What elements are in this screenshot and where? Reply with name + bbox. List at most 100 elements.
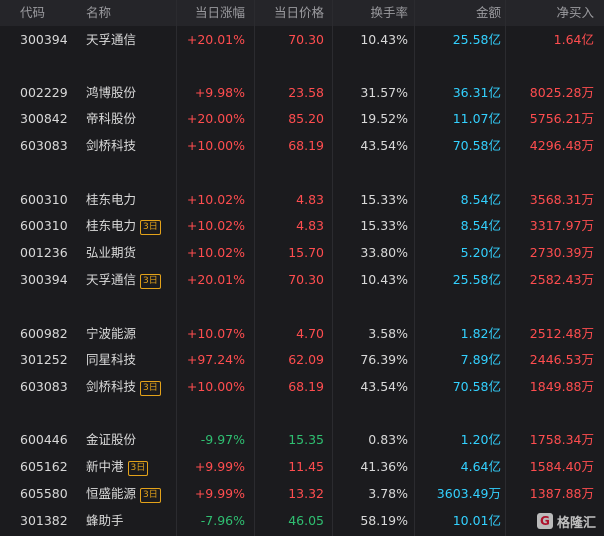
- turnover-rate: 15.33%: [360, 218, 408, 233]
- table-row[interactable]: 001236 弘业期货 +10.02% 15.70 33.80% 5.20亿 2730.39…: [0, 240, 604, 266]
- turnover-rate: 15.33%: [360, 192, 408, 207]
- table-row[interactable]: 603083 剑桥科技 3日 +10.00% 68.19 43.54% 70.58亿 1849…: [0, 374, 604, 400]
- net-buy: 1758.34万: [529, 432, 594, 447]
- change-pct: -7.96%: [200, 513, 245, 528]
- price: 15.35: [288, 432, 324, 447]
- net-buy: 2512.48万: [529, 326, 594, 341]
- price: 85.20: [288, 111, 324, 126]
- stock-name: 恒盛能源: [86, 486, 137, 501]
- stock-name-cell: 弘业期货: [86, 240, 136, 266]
- trade-amount: 5.20亿: [460, 245, 501, 260]
- table-row[interactable]: 605580 恒盛能源 3日 +9.99% 13.32 3.78% 3603.49万 1387…: [0, 481, 604, 507]
- change-pct: +9.98%: [194, 85, 245, 100]
- stock-name: 蜂助手: [86, 513, 124, 528]
- net-buy: 2446.53万: [529, 352, 594, 367]
- stock-table: 代码 名称 当日涨幅 当日价格 换手率 金额 净买入 300394 天孚通信 +20…: [0, 0, 604, 536]
- stock-code: 603083: [20, 138, 68, 153]
- turnover-rate: 3.78%: [368, 486, 408, 501]
- trade-amount: 7.89亿: [460, 352, 501, 367]
- stock-name: 鸿博股份: [86, 85, 137, 100]
- stock-name: 宁波能源: [86, 326, 137, 341]
- header-price[interactable]: 当日价格: [274, 0, 324, 26]
- three-day-badge: 3日: [127, 461, 149, 476]
- net-buy: 3317.97万: [529, 218, 594, 233]
- turnover-rate: 31.57%: [360, 85, 408, 100]
- header-name[interactable]: 名称: [86, 0, 111, 26]
- stock-code: 301252: [20, 352, 68, 367]
- stock-name-cell: 鸿博股份: [86, 80, 136, 106]
- stock-name: 帝科股份: [86, 111, 137, 126]
- three-day-badge: 3日: [140, 381, 161, 396]
- price: 4.70: [296, 326, 324, 341]
- table-row[interactable]: 300394 天孚通信 3日 +20.01% 70.30 10.43% 25.58亿 2582…: [0, 267, 604, 293]
- stock-code: 300842: [20, 111, 68, 126]
- turnover-rate: 33.80%: [360, 245, 408, 260]
- trade-amount: 36.31亿: [452, 85, 501, 100]
- price: 15.70: [288, 245, 324, 260]
- header-code[interactable]: 代码: [20, 0, 45, 26]
- stock-name: 桂东电力: [86, 192, 137, 207]
- stock-code: 605580: [20, 486, 68, 501]
- price: 68.19: [288, 138, 324, 153]
- table-row[interactable]: 301252 同星科技 +97.24% 62.09 76.39% 7.89亿 2446.53…: [0, 347, 604, 373]
- price: 70.30: [288, 32, 324, 47]
- trade-amount: 70.58亿: [452, 379, 501, 394]
- change-pct: +20.01%: [186, 32, 245, 47]
- change-pct: +9.99%: [194, 486, 245, 501]
- change-pct: -9.97%: [200, 432, 245, 447]
- table-row[interactable]: 603083 剑桥科技 +10.00% 68.19 43.54% 70.58亿 4296.4…: [0, 133, 604, 159]
- table-row[interactable]: 600982 宁波能源 +10.07% 4.70 3.58% 1.82亿 2512.48万: [0, 321, 604, 347]
- trade-amount: 4.64亿: [460, 459, 501, 474]
- stock-name-cell: 天孚通信 3日: [86, 267, 161, 293]
- trade-amount: 8.54亿: [460, 218, 501, 233]
- net-buy: 2582.43万: [529, 272, 594, 287]
- header-net-buy[interactable]: 净买入: [556, 0, 594, 26]
- change-pct: +10.00%: [186, 138, 245, 153]
- stock-name-cell: 桂东电力 3日: [86, 213, 161, 239]
- stock-name-cell: 蜂助手: [86, 508, 124, 534]
- turnover-rate: 43.54%: [360, 138, 408, 153]
- stock-name-cell: 宁波能源: [86, 321, 136, 347]
- header-amount[interactable]: 金额: [476, 0, 501, 26]
- header-turnover[interactable]: 换手率: [370, 0, 408, 26]
- stock-name-cell: 剑桥科技: [86, 133, 136, 159]
- stock-code: 600310: [20, 218, 68, 233]
- table-row[interactable]: 605162 新中港 3日 +9.99% 11.45 41.36% 4.64亿 1584.40…: [0, 454, 604, 480]
- table-row[interactable]: 600310 桂东电力 3日 +10.02% 4.83 15.33% 8.54亿 3317.9…: [0, 213, 604, 239]
- stock-name-cell: 天孚通信: [86, 27, 136, 53]
- change-pct: +9.99%: [194, 459, 245, 474]
- stock-name: 天孚通信: [86, 272, 137, 287]
- trade-amount: 10.01亿: [452, 513, 501, 528]
- change-pct: +20.01%: [186, 272, 245, 287]
- stock-name-cell: 金证股份: [86, 427, 136, 453]
- change-pct: +10.02%: [186, 192, 245, 207]
- three-day-badge: 3日: [140, 220, 161, 235]
- net-buy: 4296.48万: [529, 138, 594, 153]
- price: 23.58: [288, 85, 324, 100]
- stock-code: 600310: [20, 192, 68, 207]
- turnover-rate: 58.19%: [360, 513, 408, 528]
- stock-code: 300394: [20, 272, 68, 287]
- table-row[interactable]: 600310 桂东电力 +10.02% 4.83 15.33% 8.54亿 3568.31万: [0, 187, 604, 213]
- stock-name-cell: 剑桥科技 3日: [86, 374, 161, 400]
- header-change[interactable]: 当日涨幅: [195, 0, 245, 26]
- turnover-rate: 41.36%: [360, 459, 408, 474]
- table-row[interactable]: 300394 天孚通信 +20.01% 70.30 10.43% 25.58亿 1.64亿: [0, 27, 604, 53]
- turnover-rate: 19.52%: [360, 111, 408, 126]
- change-pct: +10.02%: [186, 218, 245, 233]
- turnover-rate: 10.43%: [360, 272, 408, 287]
- table-row[interactable]: 600446 金证股份 -9.97% 15.35 0.83% 1.20亿 1758.34万: [0, 427, 604, 453]
- price: 46.05: [288, 513, 324, 528]
- table-row[interactable]: 300842 帝科股份 +20.00% 85.20 19.52% 11.07亿 5756.2…: [0, 106, 604, 132]
- net-buy: 5756.21万: [529, 111, 594, 126]
- table-row[interactable]: 301382 蜂助手 -7.96% 46.05 58.19% 10.01亿: [0, 508, 604, 534]
- stock-name: 剑桥科技: [86, 138, 137, 153]
- change-pct: +10.00%: [186, 379, 245, 394]
- change-pct: +97.24%: [186, 352, 245, 367]
- stock-name: 剑桥科技: [86, 379, 137, 394]
- stock-name: 金证股份: [86, 432, 137, 447]
- stock-name-cell: 新中港 3日: [86, 454, 149, 480]
- turnover-rate: 76.39%: [360, 352, 408, 367]
- table-row[interactable]: 002229 鸿博股份 +9.98% 23.58 31.57% 36.31亿 8025.28…: [0, 80, 604, 106]
- price: 13.32: [288, 486, 324, 501]
